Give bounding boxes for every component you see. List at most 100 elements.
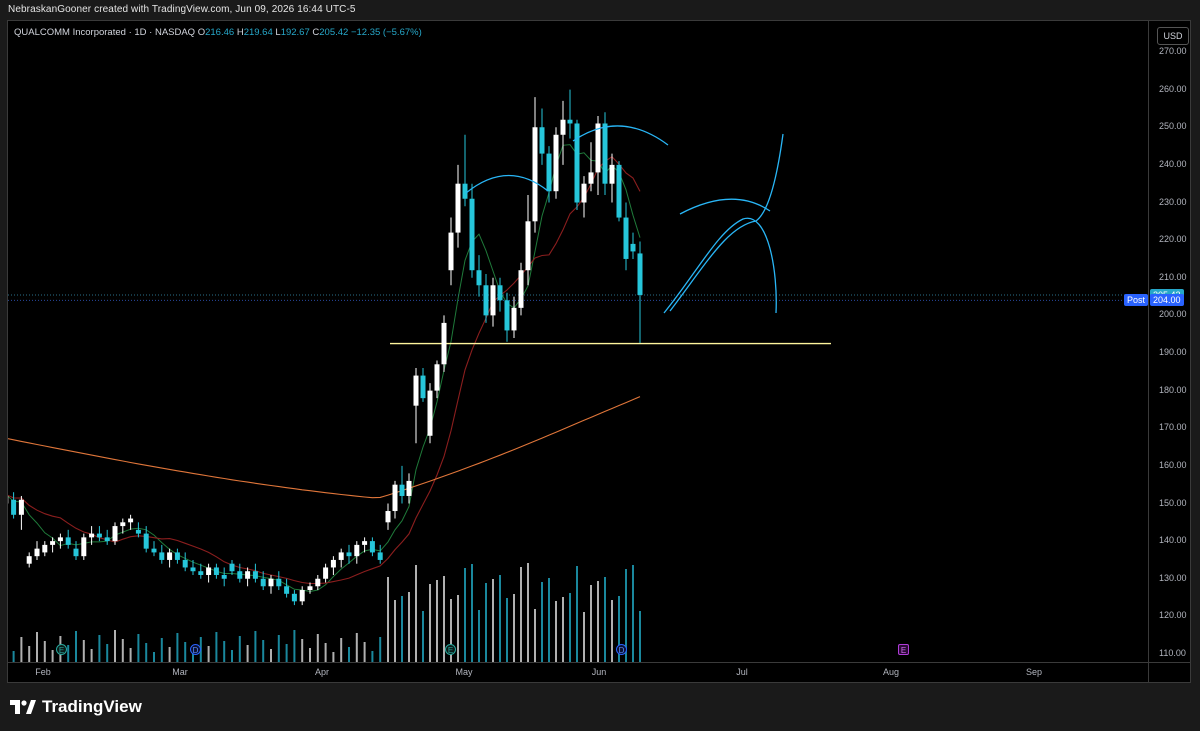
candle-body — [167, 552, 173, 560]
candle-body — [511, 307, 517, 331]
volume-bar — [371, 651, 374, 662]
price-tick: 260.00 — [1159, 83, 1187, 94]
candle-body — [299, 590, 305, 602]
volume-bar — [506, 598, 508, 662]
earnings-event-icon[interactable]: E — [56, 644, 67, 655]
volume-bar — [604, 577, 606, 662]
time-tick: Feb — [35, 667, 51, 677]
candle-body — [260, 578, 266, 587]
candle-body — [284, 586, 290, 594]
candle-body — [525, 221, 531, 271]
volume-bar — [408, 592, 410, 662]
price-tick: 220.00 — [1159, 234, 1187, 245]
volume-bar — [471, 564, 473, 662]
volume-bar — [36, 632, 38, 662]
candle-body — [553, 134, 559, 192]
price-axis[interactable]: 270.00 260.00 250.00 240.00 230.00 220.00 210.… — [1148, 21, 1190, 662]
currency-button[interactable]: USD — [1157, 27, 1189, 45]
earnings-event-icon[interactable]: E — [445, 644, 456, 655]
volume-bar — [20, 637, 23, 662]
candle-body — [159, 552, 165, 560]
time-tick: Sep — [1025, 667, 1043, 677]
candle-body — [338, 552, 344, 560]
candlestick-chart[interactable] — [8, 21, 1148, 662]
drawing-head-arc — [572, 125, 669, 146]
volume-bar — [436, 580, 438, 662]
ma-medium-line — [8, 155, 641, 585]
candle-body — [434, 364, 440, 391]
candle-body — [616, 164, 622, 218]
volume-bar — [520, 567, 522, 662]
drawing-projection-curve — [663, 217, 777, 314]
candle-body — [89, 533, 95, 538]
candle-body — [151, 548, 157, 553]
volume-bar — [401, 596, 403, 662]
volume-bar — [43, 641, 46, 662]
volume-bar — [215, 632, 218, 662]
price-tick: 170.00 — [1159, 422, 1187, 433]
candle-body — [291, 593, 297, 602]
candle-body — [581, 183, 587, 203]
volume-bar — [611, 600, 613, 662]
candle-body — [73, 548, 79, 557]
candle-body — [229, 563, 235, 572]
volume-bar — [639, 611, 641, 662]
price-tick: 230.00 — [1159, 196, 1187, 207]
candle-body — [532, 127, 538, 222]
candle-body — [560, 119, 566, 135]
volume-bar — [309, 648, 311, 662]
volume-bar — [464, 568, 466, 662]
candle-body — [96, 533, 102, 538]
candle-body — [602, 123, 608, 184]
time-axis[interactable]: Feb Mar Apr May Jun Jul Aug Sep — [8, 662, 1148, 682]
candle-body — [490, 285, 496, 316]
volume-bar — [597, 581, 599, 662]
volume-bar — [541, 582, 543, 662]
volume-bar — [394, 600, 396, 662]
volume-bar — [534, 609, 536, 662]
volume-bar — [106, 644, 109, 662]
volume-bar — [590, 585, 592, 662]
candle-body — [237, 571, 243, 579]
candle-body — [567, 119, 573, 124]
volume-bar — [332, 652, 335, 662]
volume-bar — [422, 611, 424, 662]
candle-body — [190, 567, 196, 572]
dividend-event-icon[interactable]: D — [616, 644, 627, 655]
volume-bar — [270, 649, 272, 662]
dividend-event-icon[interactable]: D — [190, 644, 201, 655]
symbol-title[interactable]: QUALCOMM Incorporated · 1D · NASDAQ — [14, 27, 195, 38]
candle-body — [595, 123, 601, 173]
open-value: 216.46 — [205, 27, 235, 38]
volume-bar — [387, 577, 389, 662]
volume-bar — [583, 612, 585, 662]
price-tick: 160.00 — [1159, 459, 1187, 470]
high-label: H — [236, 27, 244, 38]
candle-body — [377, 552, 383, 560]
candle-body — [574, 123, 580, 203]
drawing-right-shoulder-arc — [679, 198, 771, 215]
candle-body — [268, 578, 274, 587]
volume-bar — [28, 646, 31, 662]
candle-body — [588, 172, 594, 184]
time-tick: Apr — [314, 667, 330, 677]
brand-name: TradingView — [42, 697, 142, 716]
volume-bar — [254, 631, 257, 662]
candle-body — [104, 537, 110, 542]
plot-area[interactable]: QUALCOMM Incorporated · 1D · NASDAQ O216… — [8, 21, 1148, 662]
chart-frame[interactable]: QUALCOMM Incorporated · 1D · NASDAQ O216… — [7, 20, 1191, 683]
candle-body — [42, 544, 48, 553]
ma-short-line — [8, 144, 641, 593]
volume-bar — [82, 640, 85, 662]
symbol-legend: QUALCOMM Incorporated · 1D · NASDAQ O216… — [14, 27, 422, 38]
volume-bar — [499, 575, 501, 662]
candle-body — [26, 556, 32, 564]
candle-body — [18, 499, 24, 515]
chart-caption: NebraskanGooner created with TradingView… — [8, 4, 356, 15]
candle-body — [128, 518, 134, 523]
upcoming-earnings-icon[interactable]: E — [898, 644, 909, 655]
candle-body — [330, 559, 336, 568]
candle-body — [346, 552, 352, 557]
volume-bar — [569, 593, 571, 662]
candle-body — [362, 541, 368, 545]
